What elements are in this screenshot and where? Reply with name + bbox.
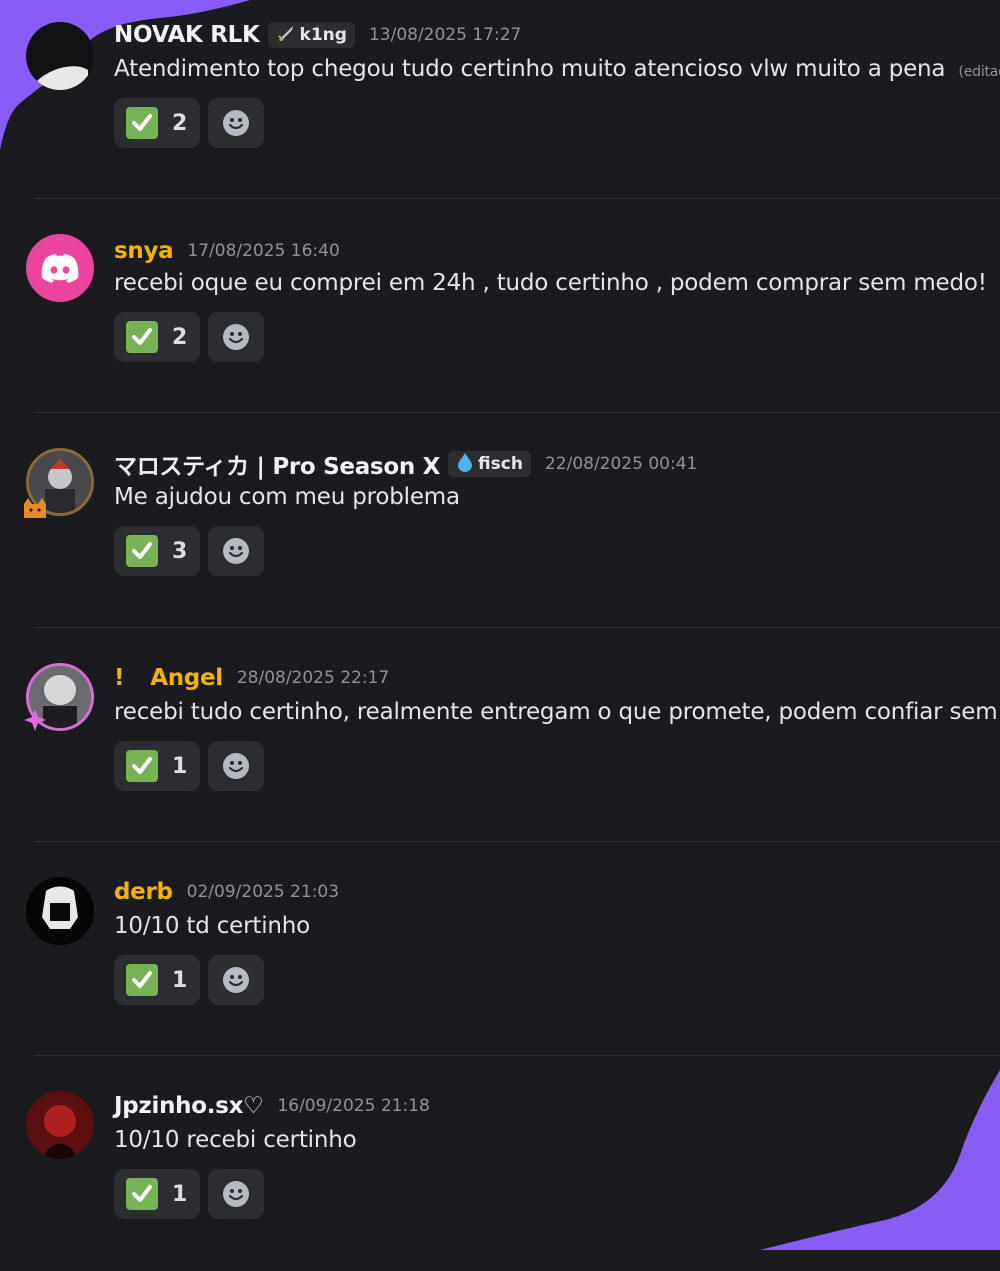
timestamp[interactable]: 28/08/2025 22:17 [237,668,389,688]
reaction-check[interactable]: 3 [114,526,200,576]
reaction-check[interactable]: 2 [114,98,200,148]
add-reaction-button[interactable] [208,312,264,362]
sword-icon [276,23,296,48]
username[interactable]: Jpzinho.sx♡ [114,1093,264,1119]
timestamp[interactable]: 13/08/2025 17:27 [369,25,521,45]
message-text: recebi tudo certinho, realmente entregam… [114,699,1000,725]
water-drop-icon [456,452,474,477]
reaction-count: 1 [172,1181,188,1207]
check-mark-icon [126,1178,158,1210]
smiley-icon [223,967,249,993]
message-content: recebi tudo certinho, realmente entregam… [114,699,1000,725]
message-divider [34,627,1000,628]
check-mark-icon [126,321,158,353]
edited-label: (editad [958,64,1000,80]
smiley-icon [223,753,249,779]
avatar-image-icon [29,666,91,728]
smiley-icon [223,1181,249,1207]
username-prefix: ! [114,665,125,691]
reaction-check[interactable]: 1 [114,955,200,1005]
avatar-image-icon [29,451,91,513]
message-text: 10/10 recebi certinho [114,1127,357,1153]
message-divider [34,1055,1000,1056]
message-item: マロスティカ | Pro Season X fisch 22/08/2025 0… [0,428,1000,628]
reaction-check[interactable]: 1 [114,1169,200,1219]
message-item: NOVAK RLK k1ng 13/08/2025 17:27 Atendime… [0,0,1000,200]
smiley-icon [223,324,249,350]
check-mark-icon [126,750,158,782]
add-reaction-button[interactable] [208,955,264,1005]
avatar-image-icon [26,22,94,90]
timestamp[interactable]: 17/08/2025 16:40 [187,241,339,261]
timestamp[interactable]: 16/09/2025 21:18 [277,1096,429,1116]
username[interactable]: snya [114,238,174,264]
message-divider [34,412,1000,413]
message-text: Atendimento top chegou tudo certinho mui… [114,56,946,82]
tag-label: fisch [478,454,523,474]
reaction-count: 2 [172,324,188,350]
avatar-image-icon [26,877,94,945]
message-content: Atendimento top chegou tudo certinho mui… [114,56,1000,82]
message-content: recebi oque eu comprei em 24h , tudo cer… [114,270,987,296]
server-tag[interactable]: fisch [448,451,531,477]
message-header: NOVAK RLK k1ng 13/08/2025 17:27 [114,18,521,52]
reaction-check[interactable]: 2 [114,312,200,362]
reaction-bar: 1 [114,955,264,1005]
reaction-bar: 1 [114,741,264,791]
message-content: 10/10 td certinho [114,913,310,939]
username[interactable]: derb [114,879,173,905]
username[interactable]: NOVAK RLK [114,22,260,48]
check-mark-icon [126,107,158,139]
smiley-icon [223,110,249,136]
discord-logo-icon [41,254,79,283]
reaction-bar: 2 [114,312,264,362]
check-mark-icon [126,535,158,567]
avatar[interactable] [26,448,94,516]
add-reaction-button[interactable] [208,1169,264,1219]
smiley-icon [223,538,249,564]
reaction-count: 2 [172,110,188,136]
reaction-bar: 3 [114,526,264,576]
reaction-count: 3 [172,538,188,564]
add-reaction-button[interactable] [208,526,264,576]
message-divider [34,198,1000,199]
message-text: Me ajudou com meu problema [114,484,460,510]
message-content: 10/10 recebi certinho [114,1127,357,1153]
message-content: Me ajudou com meu problema [114,484,460,510]
username[interactable]: Angel [150,665,223,691]
message-divider [34,841,1000,842]
message-header: derb 02/09/2025 21:03 [114,875,339,909]
timestamp[interactable]: 22/08/2025 00:41 [545,454,697,474]
add-reaction-button[interactable] [208,741,264,791]
message-header: Jpzinho.sx♡ 16/09/2025 21:18 [114,1089,430,1123]
reaction-count: 1 [172,967,188,993]
message-header: ! Angel 28/08/2025 22:17 [114,661,389,695]
reaction-check[interactable]: 1 [114,741,200,791]
message-text: 10/10 td certinho [114,913,311,939]
check-mark-icon [126,964,158,996]
server-tag[interactable]: k1ng [267,22,355,48]
message-header: snya 17/08/2025 16:40 [114,234,340,268]
tag-label: k1ng [299,25,347,45]
reaction-count: 1 [172,753,188,779]
avatar[interactable] [26,22,94,90]
add-reaction-button[interactable] [208,98,264,148]
message-item: snya 17/08/2025 16:40 recebi oque eu com… [0,214,1000,414]
message-item: Jpzinho.sx♡ 16/09/2025 21:18 10/10 receb… [0,1071,1000,1271]
username[interactable]: マロスティカ | Pro Season X [114,447,440,481]
avatar-image-icon [26,1091,94,1159]
message-header: マロスティカ | Pro Season X fisch 22/08/2025 0… [114,447,697,481]
reaction-bar: 1 [114,1169,264,1219]
message-text: recebi oque eu comprei em 24h , tudo cer… [114,270,987,296]
reaction-bar: 2 [114,98,264,148]
avatar[interactable] [26,663,94,731]
avatar[interactable] [26,234,94,302]
message-item: ! Angel 28/08/2025 22:17 recebi tudo cer… [0,643,1000,843]
avatar[interactable] [26,1091,94,1159]
avatar[interactable] [26,877,94,945]
message-item: derb 02/09/2025 21:03 10/10 td certinho … [0,857,1000,1057]
timestamp[interactable]: 02/09/2025 21:03 [187,882,339,902]
